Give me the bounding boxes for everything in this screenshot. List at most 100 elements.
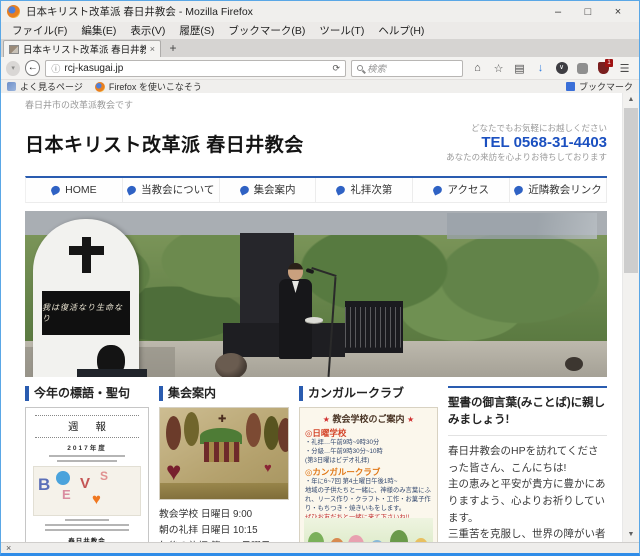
sidebar-heading: 聖書の御言葉(みことば)に親しみましょう! xyxy=(448,395,607,428)
menu-icon[interactable]: ☰ xyxy=(615,59,634,77)
contact-note-bottom: あなたの来訪を心よりお待ちしております xyxy=(446,152,607,163)
new-tab-button[interactable]: + xyxy=(161,40,185,57)
tab-bar: 日本キリスト改革派 春日井教会 × + xyxy=(1,39,639,57)
nav-item-access[interactable]: アクセス xyxy=(413,178,510,202)
dove-icon xyxy=(432,184,444,195)
scrollbar-thumb[interactable] xyxy=(624,108,638,273)
reload-icon[interactable]: ⟳ xyxy=(332,63,340,74)
tab-close-icon[interactable]: × xyxy=(150,44,155,54)
bookmark-firefox-help[interactable]: Firefox を使いこなそう xyxy=(95,80,202,93)
adblock-icon[interactable]: 1 xyxy=(594,59,613,77)
hero-photo: 我は復活なり生命なり xyxy=(25,211,607,377)
menu-help[interactable]: ヘルプ(H) xyxy=(371,23,431,38)
search-placeholder: 検索 xyxy=(367,61,386,75)
cross-icon xyxy=(82,237,91,273)
browser-window: 日本キリスト改革派 春日井教会 - Mozilla Firefox – □ × … xyxy=(0,0,640,556)
bookmarks-menu-icon xyxy=(566,82,575,91)
page-info-icon[interactable]: ⓘ xyxy=(51,62,60,75)
bulletin-title: 週 報 xyxy=(40,419,141,434)
find-bar: × xyxy=(1,542,639,553)
nav-item-about[interactable]: 当教会について xyxy=(123,178,220,202)
schedule-line: 朝の礼拝 日曜日 10:15 xyxy=(159,523,289,539)
menu-edit[interactable]: 編集(E) xyxy=(74,23,123,38)
dove-icon xyxy=(126,184,138,195)
scroll-up-icon[interactable]: ▲ xyxy=(623,93,639,107)
bulletin-year: 2017年度 xyxy=(33,442,141,452)
window-title: 日本キリスト改革派 春日井教会 - Mozilla Firefox xyxy=(26,4,253,19)
close-button[interactable]: × xyxy=(603,3,633,21)
menu-history[interactable]: 履歴(S) xyxy=(172,23,221,38)
history-dropdown-icon[interactable]: ▾ xyxy=(6,61,20,76)
search-icon xyxy=(357,65,363,71)
nav-item-church-links[interactable]: 近隣教会リンク xyxy=(510,178,607,202)
column-slogan: 今年の標語・聖句 週 報 2017年度 B E V S xyxy=(25,386,149,542)
star-icon: ★ xyxy=(407,415,414,424)
scroll-down-icon[interactable]: ▼ xyxy=(623,528,639,542)
extension-icon[interactable] xyxy=(573,59,592,77)
most-visited-icon xyxy=(7,82,16,91)
library-icon[interactable]: ▤ xyxy=(510,59,529,77)
home-button[interactable]: ⌂ xyxy=(468,59,487,77)
menu-bookmarks[interactable]: ブックマーク(B) xyxy=(221,23,312,38)
sidebar-bible-message: 聖書の御言葉(みことば)に親しみましょう! 春日井教会のHPを訪れてくださった皆… xyxy=(448,386,607,542)
url-text: rcj-kasugai.jp xyxy=(64,63,328,74)
heart-icon: ♥ xyxy=(166,456,181,487)
bookmark-star-icon[interactable]: ☆ xyxy=(489,59,508,77)
column-kangaroo-club: カンガルークラブ ★ 教会学校のご案内 ★ ◎日曜学校 ・礼拝…午前9時~9時3… xyxy=(299,386,438,542)
bookmarks-menu-button[interactable]: ブックマーク xyxy=(566,80,633,93)
findbar-close-icon[interactable]: × xyxy=(6,543,11,553)
content-columns: 今年の標語・聖句 週 報 2017年度 B E V S xyxy=(25,386,607,542)
site-navigation: HOME 当教会について 集会案内 礼拝次第 アクセス xyxy=(25,176,607,203)
site-tagline: 春日井市の改革派教会です xyxy=(25,98,607,111)
bulletin-church-name: 春日井教会 xyxy=(33,535,141,542)
column-heading: 集会案内 xyxy=(159,386,289,401)
menu-bar: ファイル(F) 編集(E) 表示(V) 履歴(S) ブックマーク(B) ツール(… xyxy=(1,22,639,39)
heart-icon: ♥ xyxy=(264,460,272,475)
meeting-schedule: 教会学校 日曜日 9:00 朝の礼拝 日曜日 10:15 午後の礼拝 第1・4日… xyxy=(159,507,289,542)
menu-tools[interactable]: ツール(T) xyxy=(312,23,371,38)
menu-file[interactable]: ファイル(F) xyxy=(5,23,74,38)
church-school-poster-image: ★ 教会学校のご案内 ★ ◎日曜学校 ・礼拝…午前9時~9時30分 ・分級…午前… xyxy=(299,407,438,542)
title-bar[interactable]: 日本キリスト改革派 春日井教会 - Mozilla Firefox – □ × xyxy=(1,1,639,22)
schedule-line: 教会学校 日曜日 9:00 xyxy=(159,507,289,523)
page-content: 春日井市の改革派教会です 日本キリスト改革派 春日井教会 どなたでもお気軽にお越… xyxy=(25,93,607,542)
column-heading: カンガルークラブ xyxy=(299,386,438,401)
poster-section-kangaroo-club: ◎カンガルークラブ xyxy=(305,466,432,478)
adblock-badge: 1 xyxy=(605,59,613,67)
bookmark-most-visited[interactable]: よく見るページ xyxy=(7,80,83,93)
weekly-bulletin-image: 週 報 2017年度 B E V S ♥ xyxy=(25,407,149,542)
pocket-icon[interactable]: ∨ xyxy=(552,59,571,77)
column-heading: 今年の標語・聖句 xyxy=(25,386,149,401)
url-bar[interactable]: ⓘ rcj-kasugai.jp ⟳ xyxy=(45,60,346,77)
back-button[interactable]: ← xyxy=(25,60,40,76)
tab-title: 日本キリスト改革派 春日井教会 xyxy=(23,42,146,56)
dove-icon xyxy=(50,184,62,195)
poster-section-sunday-school: ◎日曜学校 xyxy=(305,427,432,439)
poster-title: 教会学校のご案内 xyxy=(332,414,404,424)
nav-item-worship[interactable]: 礼拝次第 xyxy=(316,178,413,202)
poster-drawing xyxy=(304,518,433,542)
audience-head xyxy=(215,353,247,377)
firefox-icon xyxy=(7,5,20,18)
believe-collage: B E V S ♥ xyxy=(33,466,141,516)
sidebar-paragraph: 春日井教会のHPを訪れてくださった皆さん、こんにちは! 主の恵みと平安が貴方に豊… xyxy=(448,443,607,542)
site-header: 日本キリスト改革派 春日井教会 どなたでもお気軽にお越しください TEL 056… xyxy=(25,123,607,164)
phone-number: TEL 0568-31-4403 xyxy=(446,134,607,152)
gravestone-plaque: 我は復活なり生命なり xyxy=(42,291,130,335)
divider xyxy=(448,435,607,436)
nav-item-meetings[interactable]: 集会案内 xyxy=(220,178,317,202)
page-title: 日本キリスト改革派 春日井教会 xyxy=(25,130,304,157)
search-input[interactable]: 検索 xyxy=(351,60,463,77)
downloads-icon[interactable]: ↓ xyxy=(531,59,550,77)
audience-head xyxy=(565,357,583,371)
dove-icon xyxy=(513,184,525,195)
menu-view[interactable]: 表示(V) xyxy=(123,23,172,38)
schedule-line: 午後の礼拝 第1・4日曜日 14:30 xyxy=(159,539,289,542)
vertical-scrollbar[interactable]: ▲ ▼ xyxy=(622,93,639,542)
maximize-button[interactable]: □ xyxy=(573,3,603,21)
active-tab[interactable]: 日本キリスト改革派 春日井教会 × xyxy=(3,40,161,57)
nav-item-home[interactable]: HOME xyxy=(26,178,123,202)
minimize-button[interactable]: – xyxy=(543,3,573,21)
firefox-small-icon xyxy=(95,82,105,92)
dove-icon xyxy=(238,184,250,195)
